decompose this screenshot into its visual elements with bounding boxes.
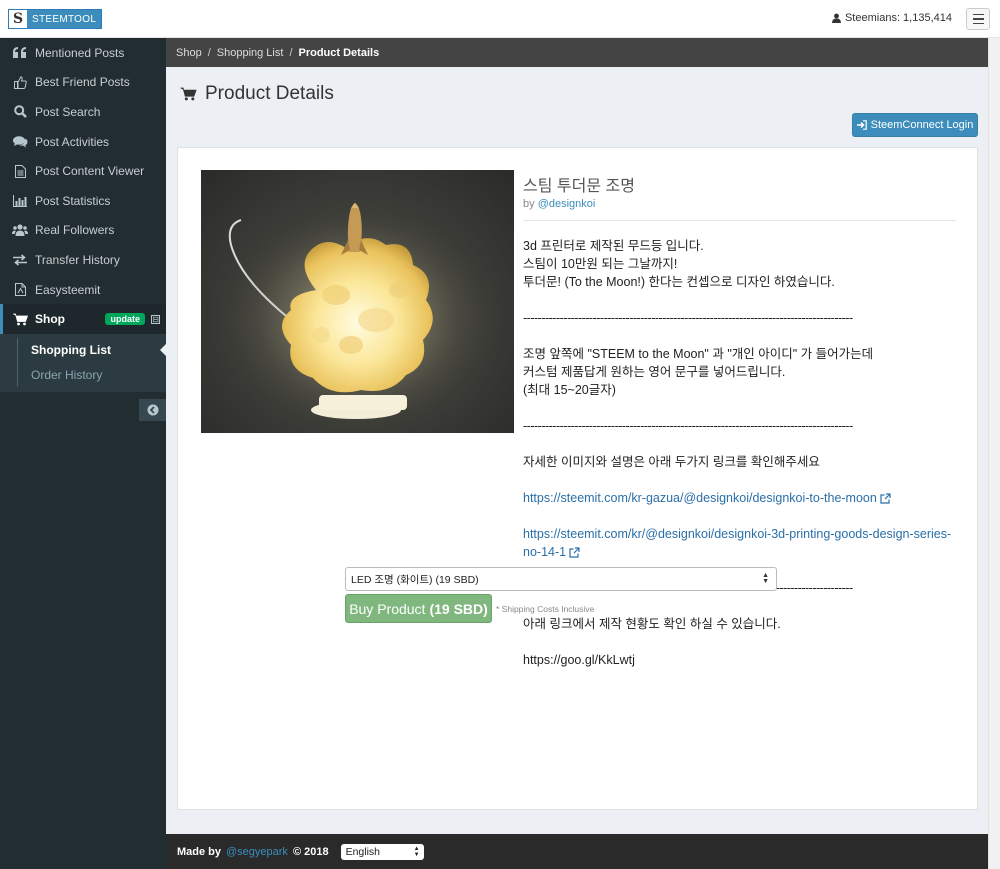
desc-line: https://goo.gl/KkLwtj: [523, 653, 635, 667]
sidebar-item-post-search[interactable]: Post Search: [0, 97, 166, 127]
sidebar-item-post-activities[interactable]: Post Activities: [0, 127, 166, 157]
sidebar-item-transfer-history[interactable]: Transfer History: [0, 245, 166, 275]
sidebar-item-mentioned-posts[interactable]: Mentioned Posts: [0, 38, 166, 68]
page-title: Product Details: [180, 83, 334, 105]
sidebar-item-label: Post Content Viewer: [35, 164, 145, 179]
link-text: https://steemit.com/kr-gazua/@designkoi/…: [523, 491, 877, 505]
sidebar-item-real-followers[interactable]: Real Followers: [0, 216, 166, 246]
steemians-label: Steemians: 1,135,414: [844, 12, 952, 24]
sidebar-item-label: Post Activities: [35, 134, 110, 149]
collapse-icon[interactable]: ⊟: [151, 314, 160, 324]
user-icon: [831, 13, 841, 23]
sidebar-item-post-content-viewer[interactable]: Post Content Viewer: [0, 156, 166, 186]
desc-line: 투더문! (To the Moon!) 한다는 컨셉으로 디자인 하였습니다.: [523, 275, 835, 289]
comments-icon: [12, 135, 28, 149]
author-link[interactable]: @designkoi: [538, 198, 596, 210]
top-bar: S STEEMTOOL Steemians: 1,135,414: [0, 0, 1000, 38]
desc-line: 조명 앞쪽에 "STEEM to the Moon" 과 "개인 아이디" 가 …: [523, 347, 874, 361]
product-author-line: by @designkoi: [523, 198, 956, 221]
buy-product-button[interactable]: Buy Product (19 SBD): [345, 594, 492, 623]
sidebar-item-label: Best Friend Posts: [35, 75, 130, 90]
sidebar-item-label: Easysteemit: [35, 282, 101, 297]
update-badge: update: [105, 313, 145, 326]
buy-label: Buy Product: [349, 600, 426, 617]
select-arrows-icon: ▲ ▼: [762, 572, 769, 585]
sidebar-item-post-statistics[interactable]: Post Statistics: [0, 186, 166, 216]
footer-copyright: © 2018: [292, 845, 329, 858]
submenu-item-shopping-list[interactable]: Shopping List: [0, 338, 166, 363]
breadcrumb-shop[interactable]: Shop: [176, 47, 202, 59]
product-box: 스팀 투더문 조명 by @designkoi 3d 프린터로 제작된 무드등 …: [177, 147, 978, 810]
breadcrumb: Shop / Shopping List / Product Details: [166, 38, 988, 67]
sidebar-item-label: Mentioned Posts: [35, 45, 125, 60]
product-link-2[interactable]: https://steemit.com/kr/@designkoi/design…: [523, 525, 956, 561]
language-select[interactable]: English ▲ ▼: [340, 843, 424, 860]
sidebar-item-best-friend-posts[interactable]: Best Friend Posts: [0, 68, 166, 98]
product-details: 스팀 투더문 조명 by @designkoi 3d 프린터로 제작된 무드등 …: [523, 170, 956, 669]
sidebar-item-label: Shop: [35, 312, 65, 327]
footer: Made by @segyepark © 2018 English ▲ ▼: [166, 834, 988, 869]
submenu-item-order-history[interactable]: Order History: [0, 363, 166, 388]
sidebar-item-label: Transfer History: [35, 252, 120, 267]
desc-line: 자세한 이미지와 설명은 아래 두가지 링크를 확인해주세요: [523, 455, 820, 469]
option-selected: LED 조명 (화이트) (19 SBD): [351, 573, 479, 586]
desc-line: 스팀이 10만원 되는 그날까지!: [523, 257, 678, 271]
sidebar: Mentioned Posts Best Friend Posts Post S…: [0, 38, 166, 869]
language-selected: English: [345, 845, 381, 858]
desc-line: 3d 프린터로 제작된 무드등 입니다.: [523, 239, 704, 253]
cart-icon: [12, 312, 28, 326]
users-icon: [12, 223, 28, 237]
search-icon: [12, 105, 28, 119]
sign-in-icon: [856, 120, 867, 130]
desc-line: 아래 링크에서 제작 현황도 확인 하실 수 있습니다.: [523, 617, 781, 631]
steemconnect-login-button[interactable]: SteemConnect Login: [852, 113, 978, 137]
select-arrows-icon: ▲ ▼: [413, 845, 420, 858]
breadcrumb-shopping-list[interactable]: Shopping List: [217, 47, 284, 59]
thumbs-up-icon: [12, 75, 28, 89]
external-link-icon: [880, 493, 891, 504]
arrow-circle-left-icon: [147, 404, 158, 416]
desc-line: 커스텀 제품답게 원하는 영어 문구를 넣어드립니다.: [523, 365, 786, 379]
external-link-icon: [569, 547, 580, 558]
sidebar-item-label: Real Followers: [35, 223, 115, 238]
logo-letter: S: [9, 10, 27, 28]
steemians-count: Steemians: 1,135,414: [831, 12, 952, 24]
steemtool-logo[interactable]: S STEEMTOOL: [8, 9, 103, 29]
by-prefix: by: [523, 198, 535, 210]
sidebar-item-label: Post Search: [35, 104, 101, 119]
submenu-item-label: Order History: [31, 368, 103, 383]
page-scrollbar[interactable]: [988, 38, 1000, 869]
sidebar-collapse-button[interactable]: [139, 399, 166, 421]
footer-made-by: Made by: [177, 845, 222, 858]
buy-price: (19 SBD): [429, 600, 488, 617]
product-option-select[interactable]: LED 조명 (화이트) (19 SBD) ▲ ▼: [345, 567, 777, 591]
desc-divider: ----------------------------------------…: [523, 311, 853, 325]
sidebar-item-shop[interactable]: Shop update ⊟: [0, 304, 166, 334]
cart-icon: [180, 87, 197, 101]
sidebar-item-label: Post Statistics: [35, 193, 111, 208]
desc-divider: ----------------------------------------…: [523, 419, 853, 433]
document-icon: [12, 164, 28, 178]
footer-author-link[interactable]: @segyepark: [226, 846, 288, 858]
product-link-1[interactable]: https://steemit.com/kr-gazua/@designkoi/…: [523, 489, 956, 507]
quote-icon: [12, 46, 28, 60]
login-label: SteemConnect Login: [870, 119, 974, 131]
link-text: https://steemit.com/kr/@designkoi/design…: [523, 527, 952, 559]
logo-text: STEEMTOOL: [32, 13, 97, 25]
breadcrumb-separator: /: [207, 46, 211, 59]
bar-chart-icon: [12, 194, 28, 208]
sidebar-item-easysteemit[interactable]: Easysteemit: [0, 275, 166, 305]
product-name: 스팀 투더문 조명: [523, 178, 635, 195]
desc-line: (최대 15~20글자): [523, 383, 616, 397]
shipping-note: * Shipping Costs Inclusive: [496, 604, 595, 614]
breadcrumb-current: Product Details: [298, 46, 380, 59]
exchange-icon: [12, 253, 28, 267]
hamburger-menu-button[interactable]: [966, 8, 990, 30]
file-icon: [12, 283, 28, 297]
breadcrumb-separator: /: [289, 46, 293, 59]
shop-submenu: Shopping List Order History: [0, 333, 166, 392]
page-title-text: Product Details: [205, 83, 334, 104]
product-image: [201, 170, 514, 433]
submenu-item-label: Shopping List: [31, 343, 111, 358]
